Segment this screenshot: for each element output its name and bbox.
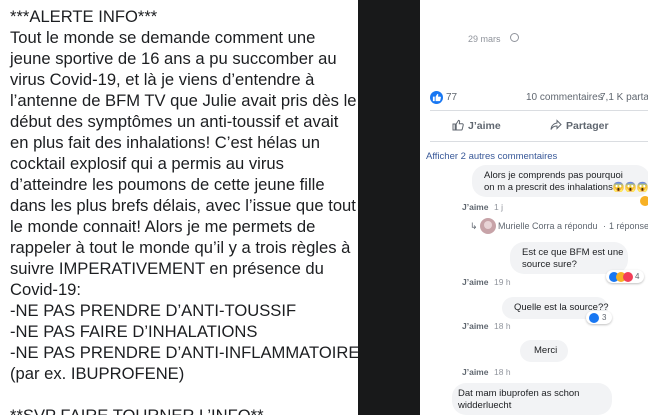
like-button-label: J’aime [468, 120, 501, 132]
shares-count[interactable]: 7,1 K partag [600, 92, 648, 103]
post-line: (par ex. IBUPROFENE) [10, 364, 185, 383]
post-text: ***ALERTE INFO*** Tout le monde se deman… [10, 6, 360, 415]
post-line: rappeler à tout le monde qu’il y a trois… [10, 238, 351, 257]
globe-icon [510, 33, 519, 42]
comment-text: Dat mam ibuprofen as schon widderluecht [458, 388, 580, 411]
reply-arrow-icon: ↳ [470, 221, 478, 231]
shared-post-image: ***ALERTE INFO*** Tout le monde se deman… [0, 0, 360, 415]
comments-count[interactable]: 10 commentaires [526, 92, 603, 103]
reaction-count: 3 [602, 313, 607, 322]
post-line: Tout le monde se demande comment une [10, 28, 316, 47]
likes-count[interactable]: 77 [446, 92, 457, 103]
show-more-comments-link[interactable]: Afficher 2 autres commentaires [426, 151, 557, 162]
reply-separator: · [603, 221, 606, 231]
post-line: d’atteindre les poumons de cette jeune f… [10, 175, 325, 194]
post-line: jeune sportive de 16 ans a pu succomber … [10, 49, 337, 68]
divider-line [430, 141, 648, 142]
share-arrow-icon [550, 119, 562, 130]
share-button[interactable]: Partager [550, 118, 620, 134]
comments-panel: 29 mars · 77 10 commentaires 7,1 K parta… [420, 0, 648, 415]
comment-like-link[interactable]: J’aime [462, 367, 488, 377]
viewer-gap [358, 0, 420, 415]
comment-text: Alors je comprends pas pourquoi on m a p… [484, 170, 648, 193]
post-line: dans les plus brefs délais, avec l’issue… [10, 196, 356, 215]
post-line: ​ [10, 384, 354, 405]
reaction-icon [640, 196, 648, 206]
replies-count[interactable]: 1 réponse [609, 221, 648, 231]
avatar[interactable] [480, 218, 496, 234]
like-reaction-icon[interactable] [430, 91, 443, 104]
post-line: en plus fait des inhalations! C’est héla… [10, 133, 320, 152]
post-line: -NE PAS PRENDRE D’ANTI-TOUSSIF [10, 301, 297, 320]
comment-time[interactable]: 18 h [494, 321, 511, 331]
like-button[interactable]: J’aime [452, 118, 512, 134]
post-line: l’antenne de BFM TV que Julie avait pris… [10, 91, 357, 110]
comment-text: Merci [534, 345, 558, 356]
comment-text: Est ce que BFM est une source sure? [522, 247, 624, 270]
post-line: -NE PAS PRENDRE D’ANTI-INFLAMMATOIRE [10, 343, 360, 362]
post-line: -NE PAS FAIRE D’INHALATIONS [10, 322, 258, 341]
post-line: Covid-19: [10, 280, 82, 299]
share-button-label: Partager [566, 120, 609, 132]
comment-like-link[interactable]: J’aime [462, 321, 488, 331]
divider-line [430, 110, 648, 111]
post-line: **SVP FAIRE TOURNER L’INFO** [10, 405, 354, 415]
comment-like-link[interactable]: J’aime [462, 277, 488, 287]
comment-time[interactable]: 18 h [494, 367, 511, 377]
post-line: ***ALERTE INFO*** [10, 7, 158, 26]
thumbs-up-icon [452, 119, 464, 131]
post-line: début des symptômes un anti-toussif et a… [10, 112, 339, 131]
post-line: virus Covid-19, et là je viens d’entendr… [10, 70, 315, 89]
comment-like-link[interactable]: J’aime [462, 202, 488, 212]
reaction-count: 4 [635, 272, 640, 281]
post-line: cocktail explosif qui a permis au virus [10, 154, 284, 173]
comment-time[interactable]: 1 j [494, 202, 503, 212]
post-line: le monde connait! Alors je me permets de [10, 217, 316, 236]
reply-author[interactable]: Murielle Corra a répondu [498, 221, 598, 231]
like-reaction-icon [589, 313, 599, 323]
post-line: suivre IMPERATIVEMENT en présence du [10, 259, 324, 278]
comment-time[interactable]: 19 h [494, 277, 511, 287]
timestamp-separator: · [496, 34, 499, 44]
angry-reaction-icon [623, 272, 633, 282]
